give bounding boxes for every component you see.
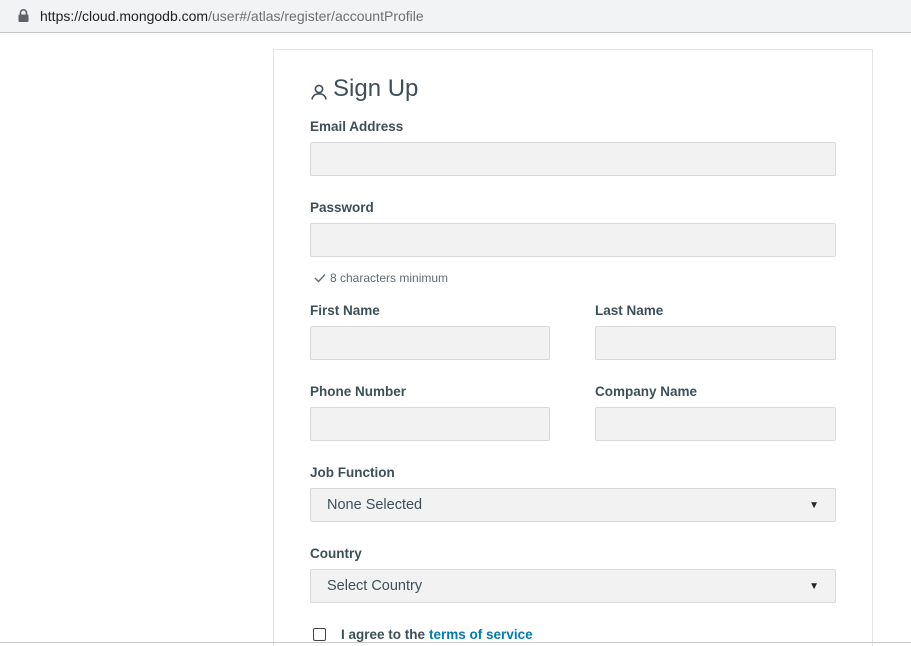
company-label: Company Name [595, 384, 698, 399]
caret-down-icon: ▼ [809, 580, 819, 592]
form-header: Sign Up [310, 73, 418, 105]
job-function-label: Job Function [310, 465, 395, 480]
email-field[interactable] [310, 142, 836, 176]
phone-field[interactable] [310, 407, 550, 441]
company-field[interactable] [595, 407, 836, 441]
browser-address-bar[interactable]: https://cloud.mongodb.com/user#/atlas/re… [0, 0, 911, 33]
terms-of-service-link[interactable]: terms of service [429, 627, 533, 642]
country-select[interactable]: Select Country ▼ [310, 569, 836, 603]
first-name-label: First Name [310, 303, 380, 318]
password-field[interactable] [310, 223, 836, 257]
lock-icon [18, 9, 29, 22]
phone-label: Phone Number [310, 384, 407, 399]
checkmark-icon [314, 274, 326, 283]
email-label: Email Address [310, 119, 404, 134]
first-name-field[interactable] [310, 326, 550, 360]
user-icon [311, 84, 327, 100]
terms-agreement: I agree to the terms of service [313, 627, 533, 642]
password-label: Password [310, 200, 374, 215]
job-function-select[interactable]: None Selected ▼ [310, 488, 836, 522]
last-name-label: Last Name [595, 303, 664, 318]
url-path: /user#/atlas/register/accountProfile [208, 8, 424, 24]
window-divider [0, 642, 911, 643]
url-host: https://cloud.mongodb.com [40, 8, 209, 24]
agree-text: I agree to the [341, 627, 426, 642]
country-value: Select Country [327, 578, 423, 594]
country-label: Country [310, 546, 362, 561]
password-requirement: 8 characters minimum [314, 271, 448, 285]
terms-checkbox[interactable] [313, 628, 326, 641]
job-function-value: None Selected [327, 497, 423, 513]
page-title: Sign Up [333, 75, 419, 102]
caret-down-icon: ▼ [809, 499, 819, 511]
password-hint-text: 8 characters minimum [330, 271, 449, 285]
last-name-field[interactable] [595, 326, 836, 360]
url-text[interactable]: https://cloud.mongodb.com/user#/atlas/re… [40, 8, 424, 24]
